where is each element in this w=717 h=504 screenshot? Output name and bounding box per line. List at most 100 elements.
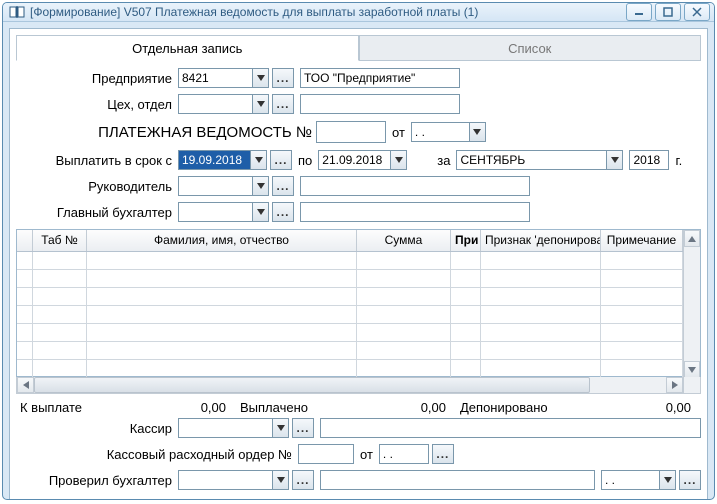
label-to-pay: К выплате (16, 400, 116, 415)
dept-name-input[interactable] (300, 94, 460, 114)
maximize-button[interactable] (655, 3, 681, 21)
vertical-scrollbar[interactable] (683, 230, 700, 378)
app-icon (9, 4, 25, 20)
checked-code-input[interactable] (178, 470, 272, 490)
label-deposited: Депонировано (456, 400, 576, 415)
dropdown-button[interactable] (252, 94, 269, 114)
doc-number-input[interactable] (316, 121, 386, 143)
scroll-right-button[interactable] (666, 377, 683, 393)
horizontal-scrollbar[interactable] (16, 377, 701, 394)
col-depflag[interactable]: Признак 'депонирова (481, 230, 601, 251)
data-table: Таб № Фамилия, имя, отчество Сумма При П… (16, 229, 701, 377)
ellipsis-button[interactable]: ... (272, 176, 294, 196)
window-controls (626, 3, 710, 21)
value-to-pay: 0,00 (116, 400, 236, 415)
scroll-left-button[interactable] (17, 377, 34, 393)
label-paid: Выплачено (236, 400, 336, 415)
ellipsis-button[interactable]: ... (679, 470, 701, 490)
dept-code-input[interactable] (178, 94, 252, 114)
dropdown-button[interactable] (252, 202, 269, 222)
ellipsis-button[interactable]: ... (432, 444, 454, 464)
dropdown-button[interactable] (252, 68, 269, 88)
table-row[interactable] (17, 360, 683, 378)
checked-code-combo[interactable] (178, 470, 289, 490)
dropdown-button[interactable] (469, 122, 486, 142)
close-button[interactable] (684, 3, 710, 21)
dropdown-button[interactable] (252, 176, 269, 196)
col-note[interactable]: Примечание (601, 230, 683, 251)
label-pay-by: Выплатить в срок с (16, 153, 178, 168)
col-sum[interactable]: Сумма (357, 230, 451, 251)
chief-code-input[interactable] (178, 202, 252, 222)
year-input[interactable]: 2018 (629, 150, 669, 170)
label-cash-order-from: от (354, 447, 379, 462)
ellipsis-button[interactable]: ... (292, 418, 314, 438)
date-to-input[interactable]: 21.09.2018 (318, 150, 390, 170)
date-from-combo[interactable]: 19.09.2018 (178, 150, 267, 170)
ellipsis-button[interactable]: ... (270, 150, 292, 170)
label-year-suffix: г. (669, 153, 688, 168)
checked-date-combo[interactable]: . . (601, 470, 676, 490)
value-paid: 0,00 (336, 400, 456, 415)
chief-name-input[interactable] (300, 202, 530, 222)
ellipsis-button[interactable]: ... (272, 94, 294, 114)
window-title: [Формирование] V507 Платежная ведомость … (30, 5, 626, 19)
ellipsis-button[interactable]: ... (292, 470, 314, 490)
doc-title: ПЛАТЕЖНАЯ ВЕДОМОСТЬ № (16, 124, 316, 141)
ellipsis-button[interactable]: ... (272, 68, 294, 88)
dropdown-button[interactable] (659, 470, 676, 490)
scroll-down-button[interactable] (684, 361, 700, 378)
dept-code-combo[interactable] (178, 94, 269, 114)
col-pri[interactable]: При (451, 230, 481, 251)
form-body: Отдельная запись Список Предприятие 8421… (9, 28, 708, 500)
dropdown-button[interactable] (390, 150, 407, 170)
cashier-code-combo[interactable] (178, 418, 289, 438)
tab-list[interactable]: Список (359, 35, 702, 61)
enterprise-code-input[interactable]: 8421 (178, 68, 252, 88)
value-deposited: 0,00 (576, 400, 701, 415)
manager-code-input[interactable] (178, 176, 252, 196)
tabs: Отдельная запись Список (16, 35, 701, 61)
cashier-name-input[interactable] (320, 418, 701, 438)
label-enterprise: Предприятие (16, 71, 178, 86)
enterprise-name-input[interactable]: ТОО "Предприятие" (300, 68, 460, 88)
table-row[interactable] (17, 306, 683, 324)
doc-date-input[interactable]: . . (411, 122, 469, 142)
col-tab[interactable]: Таб № (33, 230, 87, 251)
label-chief-acc: Главный бухгалтер (16, 205, 178, 220)
cash-order-no-input[interactable] (298, 444, 354, 464)
minimize-button[interactable] (626, 3, 652, 21)
label-manager: Руководитель (16, 179, 178, 194)
month-input[interactable]: СЕНТЯБРЬ (456, 150, 606, 170)
date-to-combo[interactable]: 21.09.2018 (318, 150, 407, 170)
totals-row: К выплате 0,00 Выплачено 0,00 Депонирова… (16, 397, 701, 417)
checked-name-input[interactable] (320, 470, 595, 490)
table-body[interactable] (17, 252, 683, 378)
table-row[interactable] (17, 270, 683, 288)
checked-date-input[interactable]: . . (601, 470, 659, 490)
tab-record[interactable]: Отдельная запись (16, 35, 359, 61)
manager-code-combo[interactable] (178, 176, 269, 196)
dropdown-button[interactable] (606, 150, 623, 170)
doc-date-combo[interactable]: . . (411, 122, 486, 142)
manager-name-input[interactable] (300, 176, 530, 196)
dropdown-button[interactable] (272, 418, 289, 438)
ellipsis-button[interactable]: ... (272, 202, 294, 222)
table-row[interactable] (17, 252, 683, 270)
table-row[interactable] (17, 342, 683, 360)
enterprise-code-combo[interactable]: 8421 (178, 68, 269, 88)
table-row[interactable] (17, 288, 683, 306)
scroll-up-button[interactable] (684, 230, 700, 247)
dropdown-button[interactable] (250, 150, 267, 170)
month-combo[interactable]: СЕНТЯБРЬ (456, 150, 623, 170)
chief-code-combo[interactable] (178, 202, 269, 222)
scroll-thumb[interactable] (34, 377, 590, 393)
col-fio[interactable]: Фамилия, имя, отчество (87, 230, 357, 251)
cash-order-date-input[interactable]: . . (379, 444, 429, 464)
cashier-code-input[interactable] (178, 418, 272, 438)
table-row[interactable] (17, 324, 683, 342)
date-from-input[interactable]: 19.09.2018 (178, 150, 250, 170)
dropdown-button[interactable] (272, 470, 289, 490)
col-marker[interactable] (17, 230, 33, 251)
table-header: Таб № Фамилия, имя, отчество Сумма При П… (17, 230, 683, 252)
